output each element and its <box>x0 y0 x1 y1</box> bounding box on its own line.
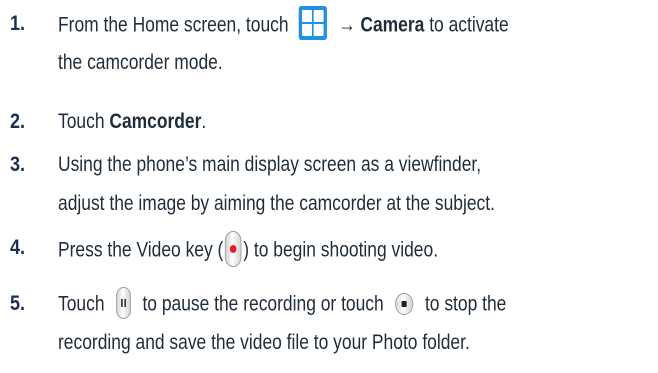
arrow-glyph: → <box>338 13 356 37</box>
step-text: Press the Video key ( ) to begin shooting… <box>58 231 656 267</box>
step-line: Using the phone’s main display screen as… <box>58 153 482 176</box>
step-text-segment: Touch <box>58 110 105 133</box>
step-number: 5. <box>10 292 26 315</box>
step-number: 1. <box>10 12 26 35</box>
step-text-segment: ) to begin shooting video. <box>243 238 439 262</box>
instruction-document: 1. From the Home screen, touch → Camera … <box>0 0 658 373</box>
camera-bold-label: Camera <box>360 13 425 37</box>
step-line: the camcorder mode. <box>58 51 223 74</box>
pause-key-icon <box>116 287 131 319</box>
step-text-segment: to activate <box>429 13 509 37</box>
step-text-segment: Press the Video key ( <box>58 238 224 262</box>
apps-grid-icon <box>298 6 327 40</box>
step-number: 4. <box>10 236 26 259</box>
step-text-segment: to stop the <box>424 292 507 316</box>
step-text-segment: From the Home screen, touch <box>58 13 289 37</box>
step-text: Using the phone’s main display screen as… <box>58 150 656 218</box>
step-number: 3. <box>10 153 26 176</box>
step-line: recording and save the video file to you… <box>58 331 470 354</box>
step-text: Touch Camcorder. <box>58 107 656 136</box>
step-text-segment: Touch <box>58 292 105 316</box>
step-line: Touch to pause the recording or touch to… <box>58 287 656 319</box>
step-text-segment: . <box>201 110 207 133</box>
step-line: Press the Video key ( ) to begin shooting… <box>58 231 656 267</box>
step-text: From the Home screen, touch → Camera to … <box>58 6 656 77</box>
step-line: From the Home screen, touch → Camera to … <box>58 6 656 40</box>
video-record-key-icon <box>225 231 242 267</box>
step-line: Touch Camcorder. <box>58 107 656 136</box>
step-text-segment: to pause the recording or touch <box>142 292 384 316</box>
step-number: 2. <box>10 110 26 133</box>
camcorder-bold-label: Camcorder <box>109 110 202 133</box>
step-line: adjust the image by aiming the camcorder… <box>58 192 495 215</box>
step-text: Touch to pause the recording or touch to… <box>58 287 656 357</box>
stop-key-icon <box>395 293 414 315</box>
